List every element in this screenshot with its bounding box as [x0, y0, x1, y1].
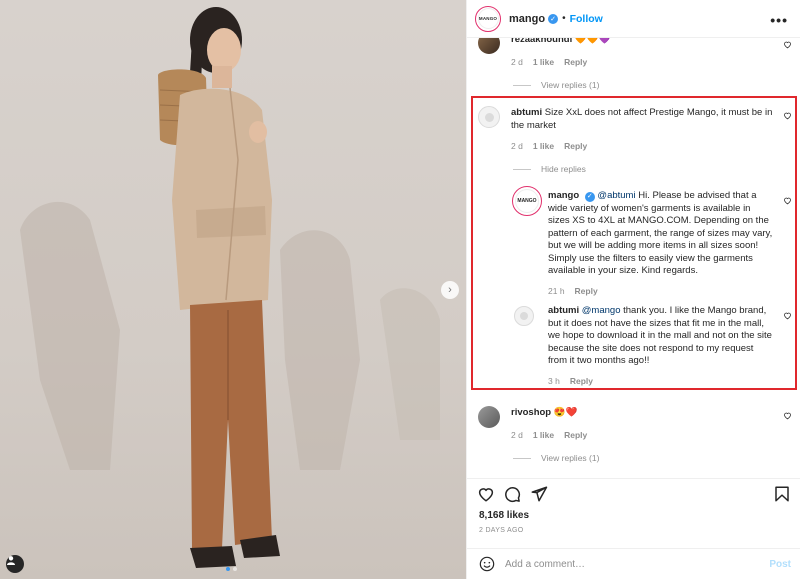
comment-avatar[interactable]: [478, 406, 500, 428]
hide-replies-button[interactable]: Hide replies: [513, 164, 586, 174]
verified-icon: ✓: [584, 192, 595, 203]
bookmark-icon[interactable]: [773, 485, 791, 503]
reply-username[interactable]: mango: [548, 190, 579, 201]
view-replies-button[interactable]: View replies (1): [513, 80, 599, 90]
reply-text: Hi. Please be advised that a wide variet…: [548, 190, 773, 276]
heart-icon[interactable]: [783, 411, 792, 420]
comment-meta: 2 d 1 like Reply: [511, 141, 587, 151]
heart-icon[interactable]: [783, 311, 792, 320]
comment-text: 🧡🧡💜: [574, 38, 611, 45]
comment-avatar[interactable]: [478, 106, 500, 128]
reply-button[interactable]: Reply: [575, 286, 598, 296]
next-arrow-icon[interactable]: ›: [441, 281, 459, 299]
heart-icon[interactable]: [783, 40, 792, 49]
reply-button[interactable]: Reply: [564, 57, 587, 67]
add-comment-bar: Post: [467, 548, 800, 579]
fashion-photo-illustration: [20, 7, 440, 568]
comment-likes[interactable]: 1 like: [533, 57, 554, 67]
reply-avatar[interactable]: [514, 306, 534, 326]
comment-text: Size XxL does not affect Prestige Mango,…: [511, 107, 773, 131]
reply-button[interactable]: Reply: [570, 376, 593, 386]
heart-icon[interactable]: [783, 196, 792, 205]
reply-mention[interactable]: @abtumi: [597, 190, 635, 201]
reply-time: 3 h: [548, 376, 560, 386]
mango-avatar[interactable]: MANGO: [475, 5, 501, 32]
comment-text-row: rivoshop 😍❤️: [511, 407, 771, 420]
comment-likes[interactable]: 1 like: [533, 141, 554, 151]
comment-avatar[interactable]: [478, 38, 500, 54]
comment-time: 2 d: [511, 430, 523, 440]
mango-logo-text: MANGO: [515, 189, 539, 213]
hide-replies-line: [513, 168, 531, 170]
comment-input[interactable]: [505, 558, 755, 570]
header-username[interactable]: mango: [509, 13, 545, 25]
comment-text: 😍❤️: [553, 407, 578, 418]
comment-time: 2 d: [511, 141, 523, 151]
mango-logo-text: MANGO: [477, 8, 499, 29]
view-replies-button[interactable]: View replies (1): [513, 453, 599, 463]
reply-button[interactable]: Reply: [564, 141, 587, 151]
comment-username[interactable]: abtumi: [511, 107, 542, 118]
reply-button[interactable]: Reply: [564, 430, 587, 440]
reply-text-row: abtumi @mango thank you. I like the Mang…: [548, 305, 774, 368]
comment-icon[interactable]: [503, 485, 521, 503]
comment-likes[interactable]: 1 like: [533, 430, 554, 440]
view-replies-label: View replies (1): [541, 453, 600, 463]
post-sidebar: MANGO mango ✓ • Follow ••• rezaakhoundi …: [466, 0, 800, 579]
comment-time: 2 d: [511, 57, 523, 67]
view-replies-label: View replies (1): [541, 80, 600, 90]
reply-avatar[interactable]: MANGO: [512, 186, 542, 216]
reply-mention[interactable]: @mango: [582, 305, 621, 316]
user-tag-icon[interactable]: [6, 555, 24, 573]
emoji-icon[interactable]: [479, 556, 495, 572]
reply-meta: 21 h Reply: [548, 286, 598, 296]
reply-time: 21 h: [548, 286, 565, 296]
view-replies-line: [513, 84, 531, 86]
comment-username[interactable]: rezaakhoundi: [511, 38, 572, 45]
comment-username[interactable]: rivoshop: [511, 407, 551, 418]
comment-text-row: rezaakhoundi 🧡🧡💜: [511, 38, 771, 47]
comment-meta: 2 d 1 like Reply: [511, 430, 587, 440]
post-photo[interactable]: ›: [0, 0, 466, 579]
carousel-dots: [226, 567, 237, 571]
post-date: 2 DAYS AGO: [479, 527, 524, 534]
comment-text-row: abtumi Size XxL does not affect Prestige…: [511, 107, 773, 132]
follow-button[interactable]: Follow: [570, 13, 603, 25]
share-icon[interactable]: [530, 485, 548, 503]
reply-username[interactable]: abtumi: [548, 305, 579, 316]
separator-dot: •: [562, 13, 566, 24]
verified-icon: ✓: [548, 13, 559, 24]
view-replies-line: [513, 457, 531, 459]
reply-text-row: mango ✓ @abtumi Hi. Please be advised th…: [548, 190, 774, 278]
likes-count[interactable]: 8,168 likes: [479, 510, 529, 521]
comment-meta: 2 d 1 like Reply: [511, 57, 587, 67]
more-icon[interactable]: •••: [770, 12, 788, 28]
post-button[interactable]: Post: [769, 559, 791, 570]
carousel-dot-active: [226, 567, 230, 571]
post-header: MANGO mango ✓ • Follow •••: [467, 0, 800, 38]
post-actions: 8,168 likes 2 DAYS AGO: [467, 478, 800, 538]
comments-list: rezaakhoundi 🧡🧡💜 2 d 1 like Reply View rep…: [467, 38, 800, 478]
carousel-dot: [233, 567, 237, 571]
reply-meta: 3 h Reply: [548, 376, 593, 386]
heart-icon[interactable]: [783, 111, 792, 120]
hide-replies-label: Hide replies: [541, 164, 586, 174]
like-heart-icon[interactable]: [477, 485, 495, 503]
